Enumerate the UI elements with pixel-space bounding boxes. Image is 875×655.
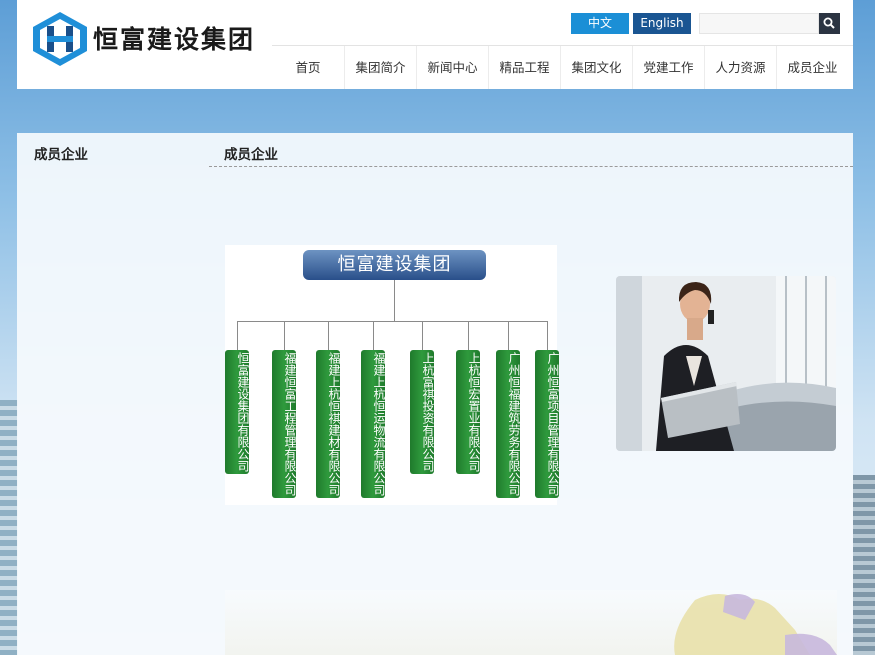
nav-item-hr[interactable]: 人力资源 (704, 46, 776, 89)
sidebar-title: 成员企业 (34, 147, 88, 163)
search-button[interactable] (819, 13, 840, 34)
org-member-6[interactable]: 上杭恒宏置业有限公司 (456, 350, 481, 474)
org-member-4[interactable]: 福建上杭恒运物流有限公司 (361, 350, 386, 498)
title-divider (209, 166, 853, 167)
org-member-5[interactable]: 上杭富祺投资有限公司 (410, 350, 435, 474)
org-member-7[interactable]: 广州恒福建筑劳务有限公司 (496, 350, 521, 498)
language-chinese-button[interactable]: 中文 (571, 13, 629, 34)
org-chart-branch (284, 321, 285, 350)
org-member-8[interactable]: 广州恒富项目管理有限公司 (535, 350, 560, 498)
nav-item-culture[interactable]: 集团文化 (560, 46, 632, 89)
org-chart-branch (237, 321, 238, 350)
nav-item-home[interactable]: 首页 (272, 46, 344, 89)
language-english-button[interactable]: English (633, 13, 691, 34)
org-member-1[interactable]: 恒富建设集团有限公司 (225, 350, 250, 474)
background-building-right (853, 475, 875, 655)
map-illustration (674, 594, 837, 655)
nav-item-party[interactable]: 党建工作 (632, 46, 704, 89)
background-building-left (0, 400, 18, 655)
org-chart-trunk (394, 280, 395, 321)
org-chart-branch (508, 321, 509, 350)
site-header: 恒富建设集团 中文 English 首页 集团简介 新闻中心 精品工程 集团文化… (17, 0, 853, 89)
logo-text: 恒富建设集团 (93, 25, 256, 54)
org-chart: 恒富建设集团 恒富建设集团有限公司 福建恒富工程管理有限公司 福建上杭恒祺建材有… (225, 245, 560, 505)
org-chart-branch (422, 321, 423, 350)
org-member-3[interactable]: 福建上杭恒祺建材有限公司 (316, 350, 341, 498)
search-icon (823, 17, 835, 29)
nav-item-about[interactable]: 集团简介 (344, 46, 416, 89)
org-chart-branch (468, 321, 469, 350)
nav-item-projects[interactable]: 精品工程 (488, 46, 560, 89)
search-input[interactable] (699, 13, 819, 34)
org-member-2[interactable]: 福建恒富工程管理有限公司 (272, 350, 297, 498)
logo-icon[interactable] (29, 10, 91, 68)
org-chart-branch (328, 321, 329, 350)
org-chart-branch (547, 321, 548, 350)
map-image (225, 590, 837, 655)
main-nav: 首页 集团简介 新闻中心 精品工程 集团文化 党建工作 人力资源 成员企业 (272, 46, 848, 89)
nav-item-members[interactable]: 成员企业 (776, 46, 848, 89)
org-chart-root: 恒富建设集团 (303, 250, 486, 280)
org-chart-branch (373, 321, 374, 350)
businesswoman-photo (616, 276, 836, 451)
page-title: 成员企业 (224, 147, 278, 163)
content-panel: 成员企业 成员企业 恒富建设集团 恒富建设集团有限公司 福建恒富工程管理有限公司… (17, 133, 853, 655)
nav-item-news[interactable]: 新闻中心 (416, 46, 488, 89)
